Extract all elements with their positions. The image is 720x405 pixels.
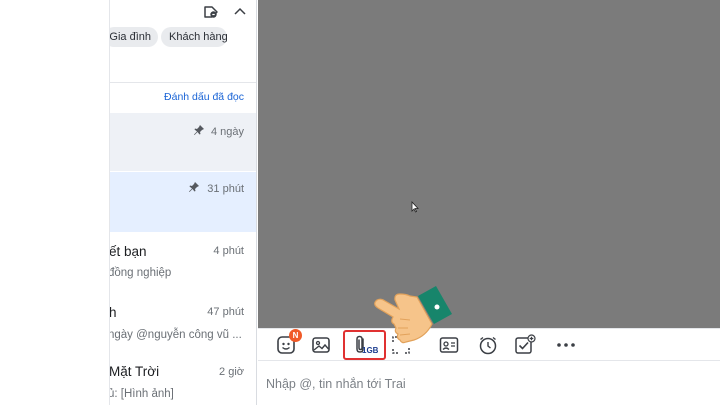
- pin-icon: [189, 182, 199, 192]
- more-options-button[interactable]: [553, 332, 579, 358]
- pointing-hand-icon: [374, 286, 452, 344]
- app-window: Gia đình Khách hàng Đánh dấu đã đọc 4 ng…: [0, 0, 720, 405]
- reminder-button[interactable]: [475, 332, 501, 358]
- divider: [110, 82, 256, 83]
- conversation-preview: ủ: [Hình ảnh]: [109, 388, 174, 400]
- message-composer: [258, 362, 720, 405]
- composer-toolbar: N 1GB: [258, 328, 720, 361]
- conversation-item-selected[interactable]: 31 phút: [110, 172, 256, 232]
- image-icon: [312, 337, 330, 353]
- conversation-time: 4 ngày: [210, 126, 244, 138]
- list-top-bar: [110, 0, 256, 24]
- conversation-time: 2 giờ: [219, 366, 244, 378]
- conversation-time: 31 phút: [207, 183, 244, 195]
- tag-filter-icon[interactable]: [203, 4, 219, 20]
- chevron-up-icon[interactable]: [232, 4, 248, 20]
- reminder-icon: [479, 336, 497, 355]
- pin-icon: [194, 125, 204, 135]
- conversation-list-panel: Gia đình Khách hàng Đánh dấu đã đọc 4 ng…: [109, 0, 257, 405]
- conversation-item[interactable]: ết bạn 4 phút đồng nghiệp: [110, 234, 256, 292]
- mouse-cursor-icon: [411, 201, 419, 213]
- chat-message-area: [258, 0, 720, 328]
- more-icon: [557, 343, 575, 347]
- mark-all-read-link[interactable]: Đánh dấu đã đọc: [164, 91, 244, 103]
- conversation-time: 4 phút: [213, 245, 244, 257]
- task-icon: [515, 334, 536, 354]
- sticker-button[interactable]: N: [273, 329, 302, 358]
- task-button[interactable]: [512, 332, 538, 358]
- message-input[interactable]: [266, 374, 706, 394]
- filter-chip-customers[interactable]: Khách hàng: [161, 27, 228, 47]
- filter-chip-family[interactable]: Gia đình: [110, 27, 158, 47]
- conversation-item[interactable]: 4 ngày: [110, 113, 256, 171]
- conversation-preview: đồng nghiệp: [109, 267, 172, 279]
- conversation-item[interactable]: h 47 phút ngày @nguyễn công vũ ...: [110, 296, 256, 354]
- conversation-name: ết bạn: [109, 244, 147, 259]
- conversation-item[interactable]: Mặt Trời 2 giờ ủ: [Hình ảnh]: [110, 357, 256, 405]
- conversation-preview: ngày @nguyễn công vũ ...: [109, 329, 242, 341]
- send-image-button[interactable]: [308, 332, 334, 358]
- conversation-name: Mặt Trời: [109, 364, 160, 379]
- conversation-name: h: [109, 305, 117, 320]
- new-badge: N: [289, 329, 302, 342]
- conversation-time: 47 phút: [207, 306, 244, 318]
